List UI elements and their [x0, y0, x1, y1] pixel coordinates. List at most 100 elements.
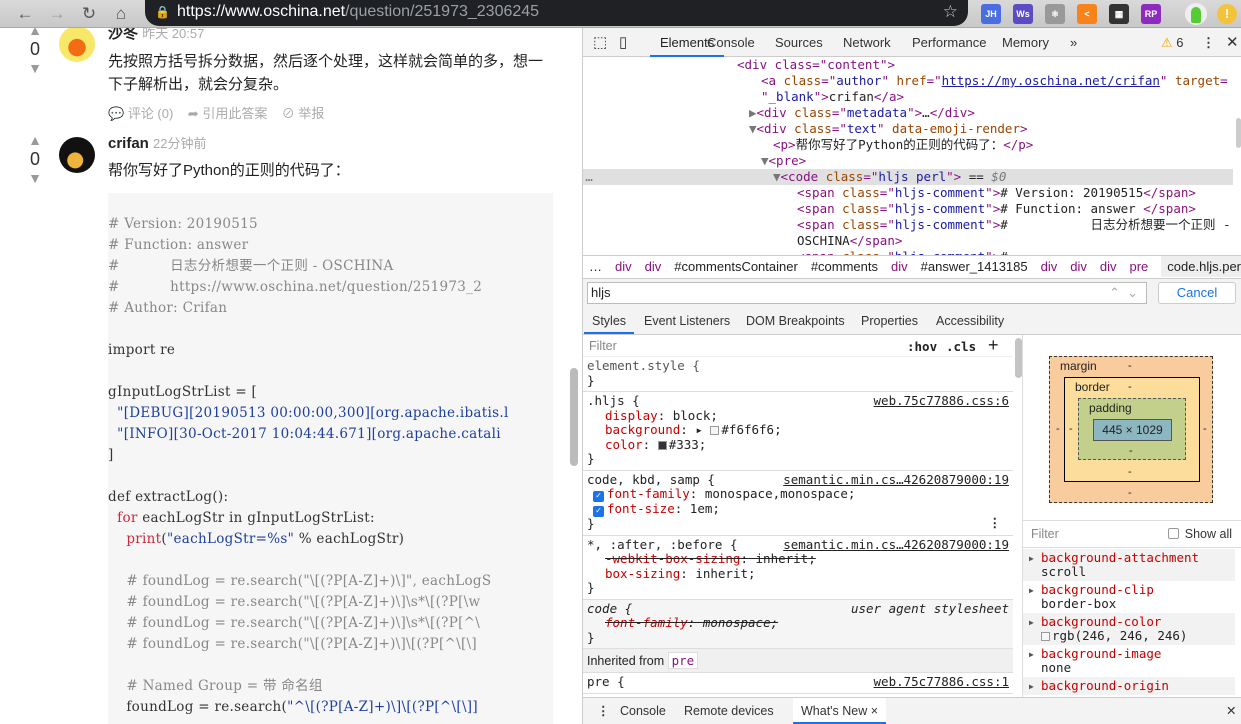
- previous-match-icon[interactable]: ⌃: [1109, 283, 1120, 303]
- checkbox-checked-icon[interactable]: ✓: [593, 506, 604, 517]
- property-value[interactable]: inherit;: [756, 551, 816, 566]
- computed-filter-input[interactable]: Filter: [1031, 527, 1059, 541]
- color-swatch[interactable]: [657, 440, 667, 450]
- drawer-tab-remote-devices[interactable]: Remote devices: [684, 698, 774, 724]
- back-button[interactable]: ←: [14, 3, 36, 25]
- dom-node-line[interactable]: ▼<div class="text" data-emoji-render>: [583, 121, 1233, 137]
- extension-icon[interactable]: ⚛: [1045, 4, 1065, 24]
- extension-icon[interactable]: JH: [981, 4, 1001, 24]
- css-property[interactable]: display: block;: [587, 408, 1009, 424]
- tab-console[interactable]: Console: [707, 28, 755, 57]
- expand-arrow-icon[interactable]: ▶: [1029, 648, 1034, 662]
- search-input[interactable]: hljs ⌃ ⌄: [587, 282, 1147, 304]
- css-property[interactable]: -webkit-box-sizing: inherit;: [587, 551, 1009, 567]
- breadcrumb-item[interactable]: code.hljs.perl: [1161, 256, 1241, 277]
- property-name[interactable]: box-sizing: [605, 566, 680, 581]
- expand-arrow-icon[interactable]: ▸: [695, 422, 710, 437]
- expand-arrow-icon[interactable]: ▶: [1029, 584, 1034, 598]
- tab-accessibility[interactable]: Accessibility: [936, 308, 1004, 334]
- computed-property[interactable]: ▶ background-image none: [1023, 645, 1235, 677]
- tab-dom-breakpoints[interactable]: DOM Breakpoints: [746, 308, 845, 334]
- computed-property[interactable]: ▶ background-color rgb(246, 246, 246): [1023, 613, 1235, 645]
- css-property[interactable]: font-family: monospace;: [587, 615, 1009, 631]
- tab-event-listeners[interactable]: Event Listeners: [644, 308, 730, 334]
- expand-arrow-icon[interactable]: ▶: [1029, 680, 1034, 694]
- tab-performance[interactable]: Performance: [912, 28, 986, 57]
- dom-node-line[interactable]: <p>帮你写好了Python的正则的代码了：</p>: [583, 137, 1233, 153]
- property-name[interactable]: color: [605, 437, 643, 452]
- dom-node-line[interactable]: "_blank">crifan</a>: [583, 89, 1233, 105]
- report-link[interactable]: ⊘ 举报: [282, 106, 325, 121]
- close-drawer-icon[interactable]: ✕: [1226, 698, 1236, 724]
- new-rule-button[interactable]: +: [988, 335, 999, 356]
- dom-node-line[interactable]: <span class="hljs-comment"># Function: a…: [583, 201, 1233, 217]
- dom-node-line[interactable]: <span class="hljs-comment"># Version: 20…: [583, 185, 1233, 201]
- downvote-icon[interactable]: ▼: [24, 60, 46, 76]
- next-match-icon[interactable]: ⌄: [1127, 283, 1138, 303]
- breadcrumb-item[interactable]: #commentsContainer: [674, 259, 798, 274]
- breadcrumb-item[interactable]: #comments: [811, 259, 878, 274]
- dom-scrollbar[interactable]: [1236, 118, 1241, 148]
- comment-link[interactable]: 💬 评论 (0): [108, 106, 173, 121]
- forward-button[interactable]: →: [46, 3, 68, 25]
- tab-network[interactable]: Network: [843, 28, 891, 57]
- address-bar[interactable]: 🔒 https://www.oschina.net/question/25197…: [145, 0, 968, 26]
- selected-node-ellipsis[interactable]: …: [586, 169, 594, 185]
- page-scrollbar[interactable]: [570, 368, 578, 466]
- breadcrumb-item[interactable]: div: [1100, 259, 1117, 274]
- quote-link[interactable]: ➦ 引用此答案: [188, 106, 268, 121]
- dom-node-line[interactable]: <div class="content">: [583, 57, 1233, 73]
- breadcrumb-item[interactable]: div: [615, 259, 632, 274]
- property-value[interactable]: #333;: [669, 437, 707, 452]
- update-alert-icon[interactable]: !: [1217, 4, 1237, 24]
- extension-icon[interactable]: RP: [1141, 4, 1161, 24]
- property-name[interactable]: font-size: [607, 501, 675, 516]
- inherited-tag[interactable]: pre: [667, 652, 699, 669]
- tab-memory[interactable]: Memory: [1002, 28, 1049, 57]
- extension-icon[interactable]: <: [1077, 4, 1097, 24]
- author-name[interactable]: 沙冬: [108, 28, 138, 42]
- property-value[interactable]: #f6f6f6;: [721, 422, 781, 437]
- inspect-element-icon[interactable]: ⬚: [593, 28, 607, 57]
- breadcrumb-item[interactable]: div: [645, 259, 662, 274]
- reload-button[interactable]: ↻: [78, 3, 100, 25]
- rule-source-link[interactable]: web.75c77886.css:6: [874, 393, 1009, 409]
- author-name[interactable]: crifan: [108, 135, 149, 152]
- cls-toggle[interactable]: .cls: [946, 339, 976, 354]
- property-name[interactable]: background: [605, 422, 680, 437]
- close-tab-icon[interactable]: ×: [871, 704, 878, 718]
- rule-source-link[interactable]: web.75c77886.css:1: [874, 674, 1009, 690]
- rule-menu-icon[interactable]: ⋮: [989, 515, 1002, 531]
- dom-node-line[interactable]: … ▼<code class="hljs perl"> == $0: [583, 169, 1233, 185]
- close-devtools-icon[interactable]: ✕: [1226, 28, 1239, 57]
- css-property[interactable]: box-sizing: inherit;: [587, 566, 1009, 582]
- property-name[interactable]: font-family: [607, 486, 690, 501]
- tab-[interactable]: »: [1070, 28, 1077, 57]
- bookmark-star-icon[interactable]: ☆: [943, 0, 958, 24]
- more-options-icon[interactable]: ⋮: [1202, 28, 1215, 57]
- dom-node-line[interactable]: ▼<pre>: [583, 153, 1233, 169]
- breadcrumb-item[interactable]: div: [1070, 259, 1087, 274]
- upvote-icon[interactable]: ▲: [24, 28, 46, 38]
- breadcrumb-item[interactable]: pre: [1130, 259, 1149, 274]
- tab-sources[interactable]: Sources: [775, 28, 823, 57]
- dom-node-line[interactable]: <span class="hljs-comment"># 日志分析想要一个正则 …: [583, 217, 1233, 233]
- expand-arrow-icon[interactable]: ▶: [1029, 616, 1034, 630]
- computed-property[interactable]: ▶ background-clip border-box: [1023, 581, 1235, 613]
- rule-source-link[interactable]: semantic.min.cs…42620879000:19: [783, 472, 1009, 488]
- property-value[interactable]: 1em;: [690, 501, 720, 516]
- show-all-checkbox[interactable]: Show all: [1168, 521, 1232, 547]
- tab-properties[interactable]: Properties: [861, 308, 918, 334]
- downvote-icon[interactable]: ▼: [24, 170, 46, 186]
- dom-node-line[interactable]: ▶<div class="metadata">…</div>: [583, 105, 1233, 121]
- href-link[interactable]: https://my.oschina.net/crifan: [942, 73, 1160, 88]
- breadcrumb-item[interactable]: div: [891, 259, 908, 274]
- css-property[interactable]: ✓ font-family: monospace,monospace;: [587, 486, 1009, 502]
- home-button[interactable]: ⌂: [110, 3, 132, 25]
- cancel-button[interactable]: Cancel: [1158, 282, 1236, 304]
- property-value[interactable]: block;: [673, 408, 718, 423]
- property-name[interactable]: -webkit-box-sizing: [605, 551, 740, 566]
- drawer-tab-console[interactable]: Console: [620, 698, 666, 724]
- color-swatch[interactable]: [710, 426, 720, 435]
- drawer-tab-whats-new[interactable]: What's New ×: [793, 698, 887, 724]
